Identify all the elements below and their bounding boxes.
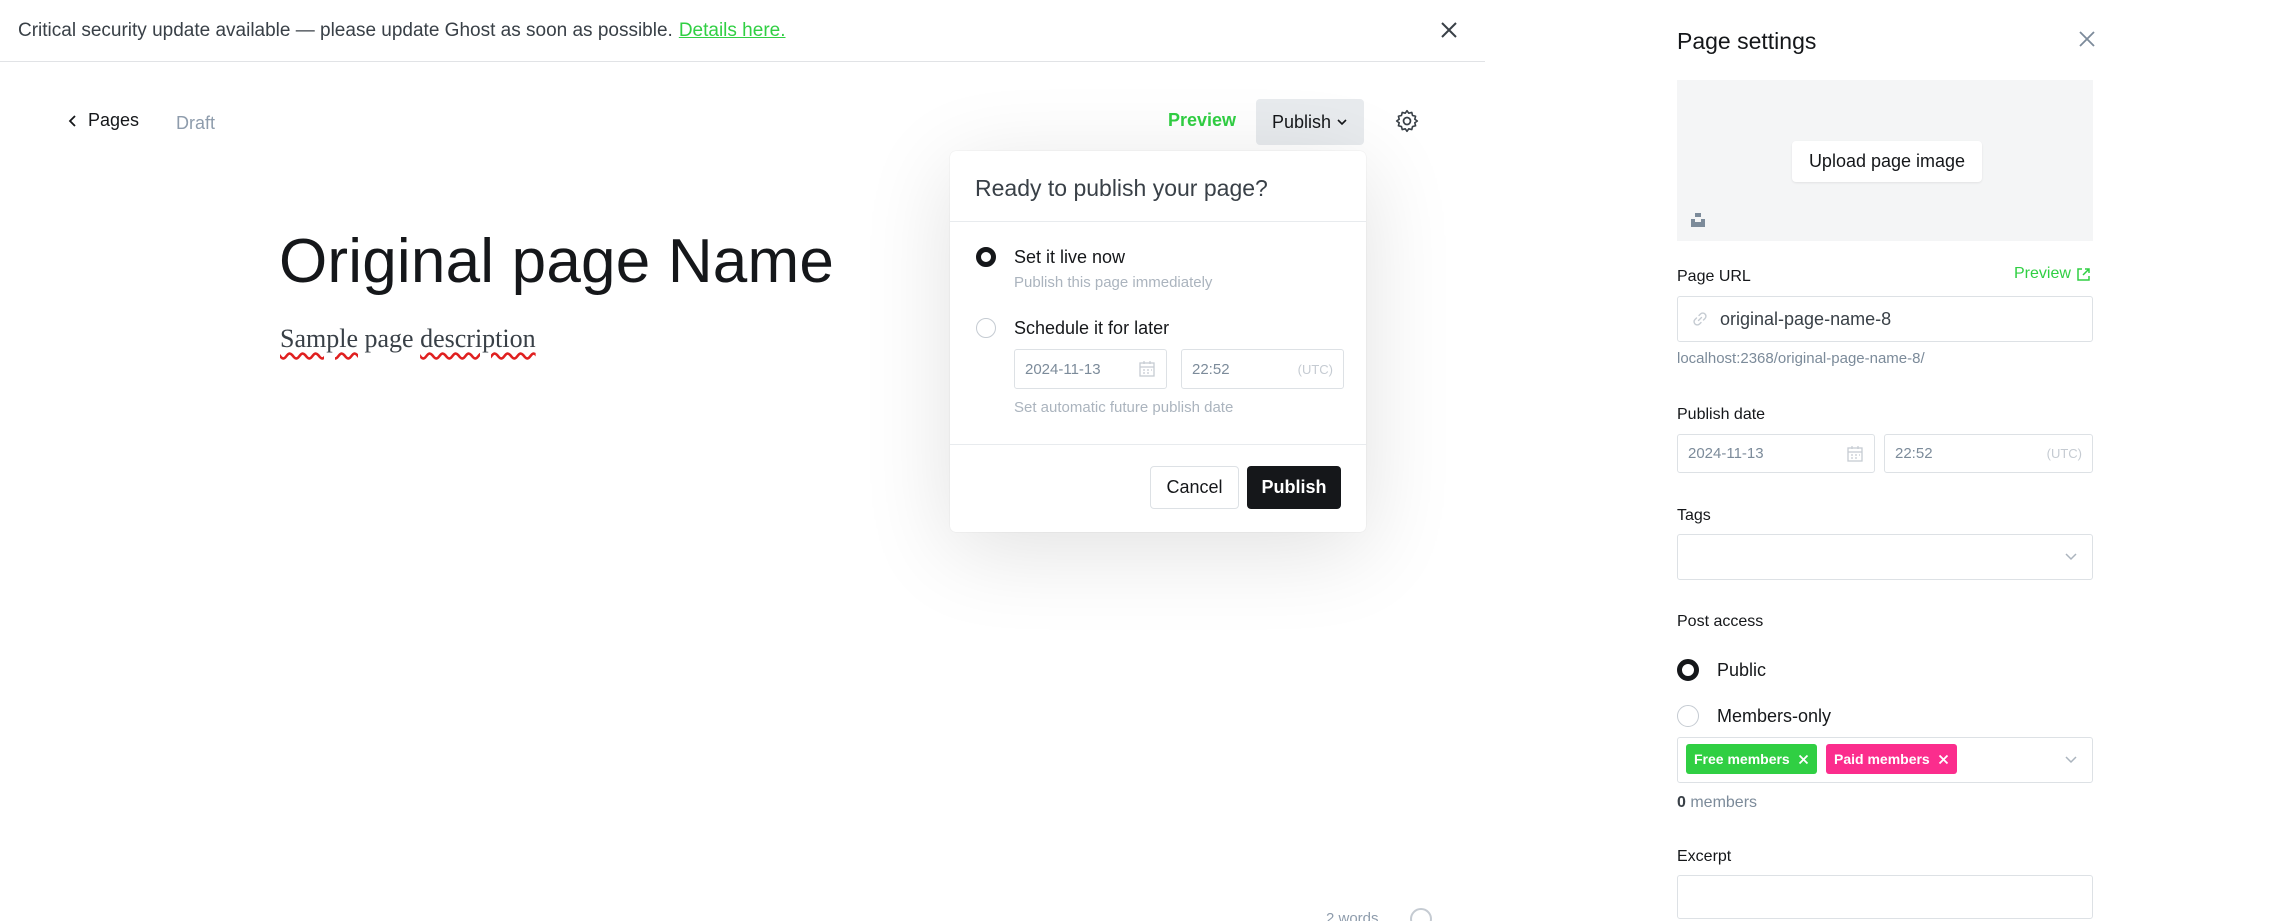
schedule-time-field[interactable]: 22:52 (UTC) [1181,349,1344,389]
schedule-date-field[interactable]: 2024-11-13 [1014,349,1167,389]
publish-menu-label: Publish [1271,111,1332,132]
chevron-down-icon [2065,553,2077,561]
option-schedule[interactable]: Schedule it for later [976,318,1169,339]
description-word: Sample [280,324,358,353]
tag-free-members: Free members [1686,744,1817,774]
publish-time-field[interactable]: 22:52 (UTC) [1884,434,2093,473]
chevron-down-icon [1337,119,1347,126]
members-count: 0 members [1677,794,1757,812]
page-url-label: Page URL [1677,268,1751,285]
schedule-time-value: 22:52 [1192,360,1230,378]
option-title: Set it live now [1014,247,1126,267]
radio-schedule[interactable] [976,318,996,338]
option-title: Schedule it for later [1014,318,1170,338]
radio-public[interactable] [1677,659,1699,681]
banner-message: Critical security update available — ple… [18,19,673,41]
excerpt-textarea[interactable] [1677,875,2093,919]
remove-icon[interactable] [1938,754,1949,765]
calendar-icon [1847,446,1863,462]
external-link-icon [2077,267,2090,281]
popover-divider [950,444,1366,445]
publish-menu-button[interactable]: Publish [1256,99,1364,145]
radio-publish-now[interactable] [976,247,996,267]
members-count-number: 0 [1677,794,1686,811]
page-url-value: original-page-name-8 [1720,308,1892,329]
chevron-down-icon [2065,756,2077,764]
remove-icon[interactable] [1798,754,1809,765]
post-status: Draft [176,113,216,133]
back-label: Pages [88,110,140,130]
publish-button[interactable]: Publish [1247,466,1341,509]
members-count-text: members [1685,794,1758,811]
access-option-public[interactable]: Public [1677,659,1766,681]
description-word: description [420,324,536,353]
radio-members-only[interactable] [1677,705,1699,727]
security-banner: Critical security update available — ple… [0,0,1485,62]
post-access-label: Post access [1677,613,1764,630]
timezone-label: (UTC) [2046,446,2082,461]
access-option-label: Public [1717,659,1767,680]
publish-date-value: 2024-11-13 [1688,445,1764,462]
timezone-label: (UTC) [1297,361,1333,377]
tag-paid-members: Paid members [1826,744,1957,774]
page-settings-panel: Page settings Upload page image Page URL… [1641,0,2270,921]
url-preview-link[interactable]: Preview [2014,265,2091,283]
preview-button[interactable]: Preview [1168,110,1236,131]
calendar-icon [1139,361,1155,377]
cancel-button[interactable]: Cancel [1150,466,1239,509]
chevron-left-icon [68,114,76,127]
publish-date-label: Publish date [1677,406,1766,423]
excerpt-label: Excerpt [1677,848,1732,865]
schedule-hint: Set automatic future publish date [1014,399,1234,416]
schedule-date-value: 2024-11-13 [1025,360,1101,378]
link-icon [1693,312,1707,326]
help-icon[interactable] [1410,908,1432,921]
tags-label: Tags [1677,507,1711,524]
close-icon[interactable] [1435,16,1463,44]
tags-select[interactable] [1677,534,2093,580]
url-preview-label: Preview [2014,265,2071,282]
unsplash-icon[interactable] [1690,212,1706,228]
option-publish-now[interactable]: Set it live now Publish this page immedi… [976,247,1212,291]
option-subtitle: Publish this page immediately [1014,274,1213,291]
gear-icon[interactable] [1394,108,1420,134]
page-url-input[interactable]: original-page-name-8 [1677,296,2093,342]
panel-title: Page settings [1677,28,1817,54]
publish-popover-heading: Ready to publish your page? [950,151,1366,222]
tag-label: Paid members [1834,751,1930,767]
upload-image-button[interactable]: Upload page image [1792,141,1982,182]
page-image-dropzone[interactable]: Upload page image [1677,80,2093,241]
full-url-text: localhost:2368/original-page-name-8/ [1677,350,1925,367]
banner-details-link[interactable]: Details here. [679,20,786,42]
close-icon[interactable] [2074,26,2100,52]
tag-label: Free members [1694,751,1790,767]
word-count: 2 words [1326,910,1379,921]
page-description[interactable]: Sample page description [280,324,536,354]
description-word: page [358,324,421,353]
editor-screen: Critical security update available — ple… [0,0,2270,921]
back-to-pages-link[interactable]: Pages [68,110,139,131]
publish-time-value: 22:52 [1895,445,1933,462]
access-option-members[interactable]: Members-only [1677,705,1831,727]
access-option-label: Members-only [1717,705,1832,726]
publish-date-field[interactable]: 2024-11-13 [1677,434,1875,473]
page-title[interactable]: Original page Name [279,226,834,297]
